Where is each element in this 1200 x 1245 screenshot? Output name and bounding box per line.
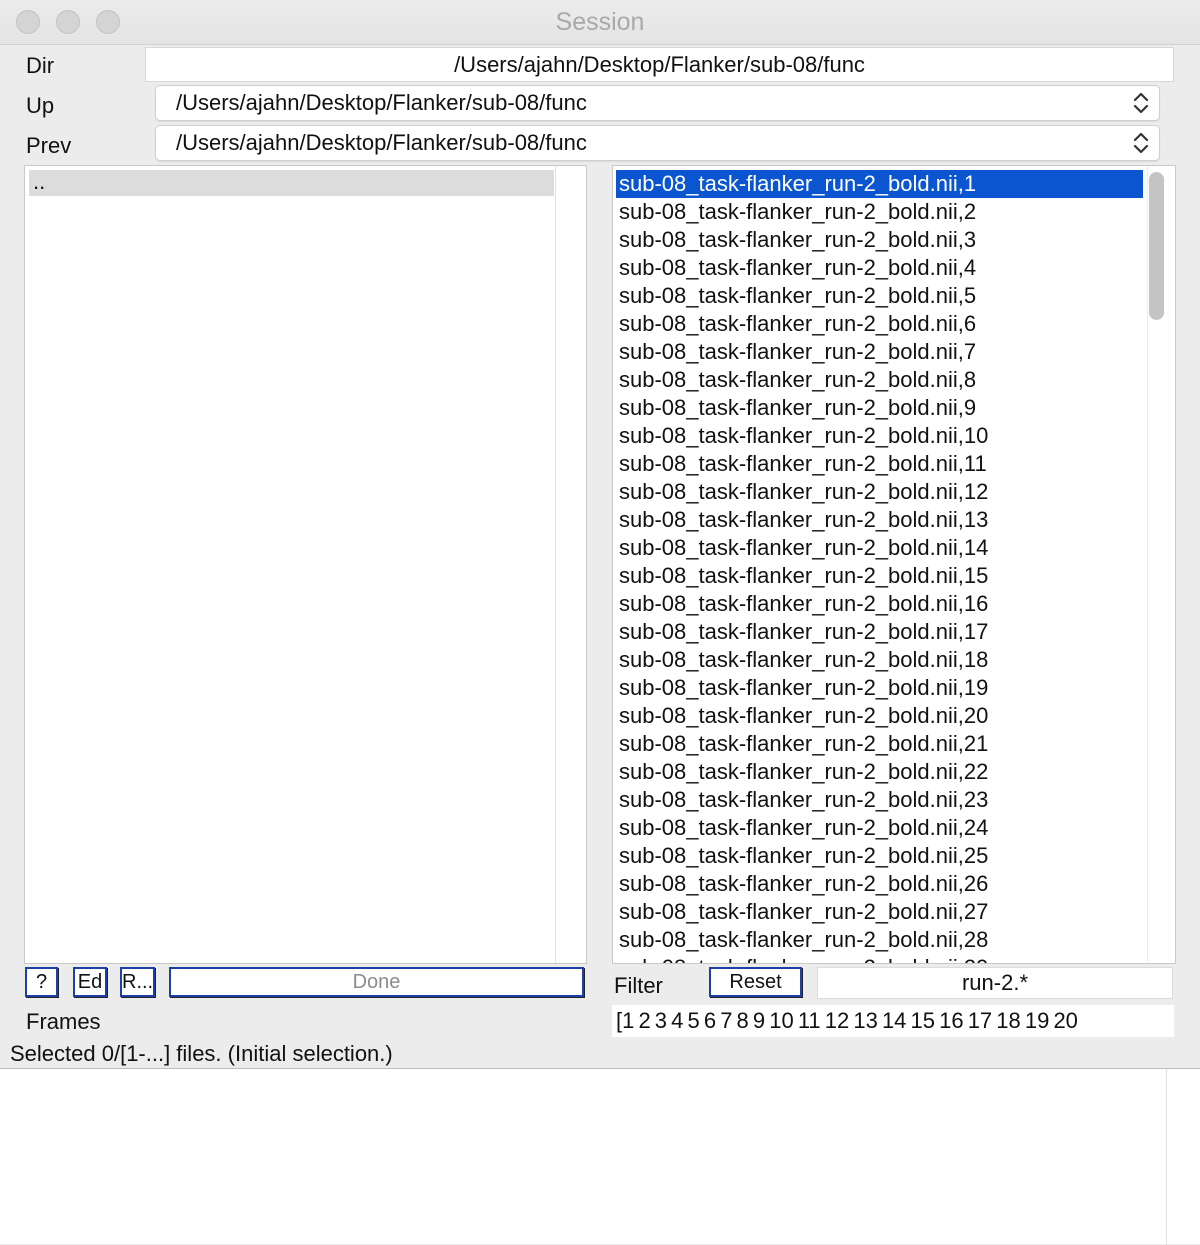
file-list-item[interactable]: sub-08_task-flanker_run-2_bold.nii,12: [616, 478, 1143, 506]
file-list-item[interactable]: sub-08_task-flanker_run-2_bold.nii,17: [616, 618, 1143, 646]
file-list-item[interactable]: sub-08_task-flanker_run-2_bold.nii,3: [616, 226, 1143, 254]
dir-field[interactable]: /Users/ajahn/Desktop/Flanker/sub-08/func: [145, 47, 1174, 82]
file-list-item[interactable]: sub-08_task-flanker_run-2_bold.nii,7: [616, 338, 1143, 366]
edit-button[interactable]: Ed: [73, 967, 107, 997]
selected-files-box[interactable]: [0, 1068, 1200, 1245]
file-list-item[interactable]: sub-08_task-flanker_run-2_bold.nii,22: [616, 758, 1143, 786]
file-list-item[interactable]: sub-08_task-flanker_run-2_bold.nii,25: [616, 842, 1143, 870]
help-button[interactable]: ?: [25, 967, 58, 997]
file-list-item[interactable]: sub-08_task-flanker_run-2_bold.nii,14: [616, 534, 1143, 562]
status-text: Selected 0/[1-...] files. (Initial selec…: [10, 1041, 393, 1066]
file-list-item[interactable]: sub-08_task-flanker_run-2_bold.nii,9: [616, 394, 1143, 422]
file-list-item[interactable]: sub-08_task-flanker_run-2_bold.nii,24: [616, 814, 1143, 842]
file-list-item[interactable]: sub-08_task-flanker_run-2_bold.nii,5: [616, 282, 1143, 310]
up-label: Up: [26, 93, 55, 118]
file-list-item[interactable]: sub-08_task-flanker_run-2_bold.nii,28: [616, 926, 1143, 954]
done-button[interactable]: Done: [169, 967, 584, 997]
file-list-item[interactable]: sub-08_task-flanker_run-2_bold.nii,26: [616, 870, 1143, 898]
up-select-value: /Users/ajahn/Desktop/Flanker/sub-08/func: [176, 90, 587, 115]
file-list-item[interactable]: sub-08_task-flanker_run-2_bold.nii,13: [616, 506, 1143, 534]
file-list-rows: sub-08_task-flanker_run-2_bold.nii,1 sub-…: [616, 170, 1143, 963]
up-down-chevron-icon: [1133, 132, 1149, 154]
filter-input[interactable]: run-2.*: [817, 967, 1173, 999]
file-list-item[interactable]: sub-08_task-flanker_run-2_bold.nii,19: [616, 674, 1143, 702]
prev-label: Prev: [26, 133, 72, 158]
file-list-item[interactable]: sub-08_task-flanker_run-2_bold.nii,6: [616, 310, 1143, 338]
file-list-scrollbar-thumb[interactable]: [1149, 172, 1164, 320]
prev-select-value: /Users/ajahn/Desktop/Flanker/sub-08/func: [176, 130, 587, 155]
up-down-chevron-icon: [1133, 92, 1149, 114]
file-list[interactable]: sub-08_task-flanker_run-2_bold.nii,1 sub-…: [612, 165, 1176, 964]
prev-select[interactable]: /Users/ajahn/Desktop/Flanker/sub-08/func: [155, 125, 1160, 161]
file-list-item[interactable]: sub-08_task-flanker_run-2_bold.nii,4: [616, 254, 1143, 282]
directory-list-scrollbar[interactable]: [555, 166, 556, 963]
filter-label: Filter: [614, 973, 663, 998]
frames-input[interactable]: [1 2 3 4 5 6 7 8 9 10 11 12 13 14 15 16 …: [612, 1005, 1174, 1037]
recent-button[interactable]: R...: [120, 967, 155, 997]
file-list-item[interactable]: sub-08_task-flanker_run-2_bold.nii,29: [616, 954, 1143, 963]
directory-list[interactable]: ..: [24, 165, 587, 964]
file-list-item[interactable]: sub-08_task-flanker_run-2_bold.nii,2: [616, 198, 1143, 226]
file-list-item[interactable]: sub-08_task-flanker_run-2_bold.nii,15: [616, 562, 1143, 590]
file-list-item[interactable]: sub-08_task-flanker_run-2_bold.nii,16: [616, 590, 1143, 618]
file-list-item[interactable]: sub-08_task-flanker_run-2_bold.nii,8: [616, 366, 1143, 394]
up-select[interactable]: /Users/ajahn/Desktop/Flanker/sub-08/func: [155, 85, 1160, 121]
file-list-item[interactable]: sub-08_task-flanker_run-2_bold.nii,18: [616, 646, 1143, 674]
file-list-item[interactable]: sub-08_task-flanker_run-2_bold.nii,10: [616, 422, 1143, 450]
file-list-item[interactable]: sub-08_task-flanker_run-2_bold.nii,1: [616, 170, 1143, 198]
file-list-item[interactable]: sub-08_task-flanker_run-2_bold.nii,11: [616, 450, 1143, 478]
dir-label: Dir: [26, 53, 55, 78]
file-list-item[interactable]: sub-08_task-flanker_run-2_bold.nii,21: [616, 730, 1143, 758]
file-list-item[interactable]: sub-08_task-flanker_run-2_bold.nii,20: [616, 702, 1143, 730]
window-title: Session: [555, 8, 645, 36]
file-list-item[interactable]: sub-08_task-flanker_run-2_bold.nii,23: [616, 786, 1143, 814]
reset-button[interactable]: Reset: [709, 967, 802, 997]
file-list-item[interactable]: sub-08_task-flanker_run-2_bold.nii,27: [616, 898, 1143, 926]
title-bar: Session: [0, 0, 1200, 45]
frames-label: Frames: [26, 1009, 101, 1034]
directory-item-parent[interactable]: ..: [29, 170, 554, 196]
selected-files-scrollbar[interactable]: [1166, 1069, 1167, 1245]
